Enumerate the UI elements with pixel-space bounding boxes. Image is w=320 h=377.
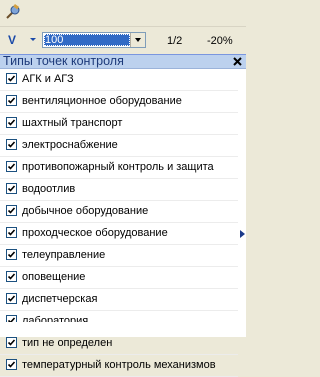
- checkbox[interactable]: [6, 205, 17, 216]
- checkmark-icon: [7, 163, 16, 170]
- list-item[interactable]: водоотлив: [0, 179, 238, 201]
- list-item-label: добычное оборудование: [22, 205, 149, 217]
- list-item[interactable]: проходческое оборудование: [0, 223, 238, 245]
- panel-title: Типы точек контроля: [3, 54, 124, 68]
- checkmark-icon: [7, 207, 16, 214]
- checkmark-icon: [7, 229, 16, 236]
- list-item[interactable]: противопожарный контроль и защита: [0, 157, 238, 179]
- list-item[interactable]: добычное оборудование: [0, 201, 238, 223]
- list-item-label: вентиляционное оборудование: [22, 95, 182, 107]
- list-item[interactable]: температурный контроль механизмов: [0, 355, 238, 377]
- list-item-label: телеуправление: [22, 249, 106, 261]
- checkmark-icon: [7, 295, 16, 302]
- checkbox[interactable]: [6, 337, 17, 348]
- list-item-label: шахтный транспорт: [22, 117, 123, 129]
- zoom-select[interactable]: 100: [42, 32, 146, 48]
- close-icon[interactable]: [232, 56, 243, 67]
- checkbox[interactable]: [6, 183, 17, 194]
- checkbox[interactable]: [6, 271, 17, 282]
- list-item[interactable]: вентиляционное оборудование: [0, 91, 238, 113]
- checkbox[interactable]: [6, 249, 17, 260]
- checkmark-icon: [7, 119, 16, 126]
- dropdown-arrow-icon: [135, 38, 141, 42]
- list-item-label: АГК и АГЗ: [22, 73, 74, 85]
- list-item-label: диспетчерская: [22, 293, 98, 305]
- checkmark-icon: [7, 273, 16, 280]
- zoom-change-label: -20%: [207, 35, 233, 47]
- chevron-down-icon[interactable]: [28, 33, 38, 45]
- checkmark-icon: [7, 339, 16, 346]
- checkbox[interactable]: [6, 293, 17, 304]
- checkbox[interactable]: [6, 359, 17, 370]
- list-item[interactable]: диспетчерская: [0, 289, 238, 311]
- list-item[interactable]: АГК и АГЗ: [0, 69, 238, 91]
- list-item-label: проходческое оборудование: [22, 227, 168, 239]
- list-item-label: тип не определен: [22, 337, 113, 349]
- checkbox[interactable]: [6, 73, 17, 84]
- checkbox[interactable]: [6, 117, 17, 128]
- brush-tool-icon[interactable]: [4, 3, 22, 21]
- checkmark-icon: [7, 361, 16, 368]
- checkmark-icon: [7, 97, 16, 104]
- list-item[interactable]: оповещение: [0, 267, 238, 289]
- zoom-dropdown-button[interactable]: [130, 33, 145, 47]
- list-item[interactable]: шахтный транспорт: [0, 113, 238, 135]
- checkbox[interactable]: [6, 161, 17, 172]
- toolbar: V 100 1/2 -20%: [0, 26, 246, 55]
- list-item[interactable]: телеуправление: [0, 245, 238, 267]
- zoom-select-value[interactable]: 100: [44, 34, 130, 46]
- scroll-handle-icon[interactable]: [240, 229, 245, 238]
- page-indicator: 1/2: [167, 35, 183, 47]
- checkmark-icon: [7, 75, 16, 82]
- list-item[interactable]: электроснабжение: [0, 135, 238, 157]
- checkmark-icon: [7, 141, 16, 148]
- checkmark-icon: [7, 251, 16, 258]
- list-item[interactable]: тип не определен: [0, 333, 238, 355]
- list-item-label: оповещение: [22, 271, 86, 283]
- list-item-label: водоотлив: [22, 183, 76, 195]
- bottom-bar: [0, 322, 246, 336]
- control-point-types-panel: Типы точек контроля АГК и АГЗ вентиляцион…: [0, 54, 246, 377]
- checkbox[interactable]: [6, 139, 17, 150]
- list-item-label: температурный контроль механизмов: [22, 359, 216, 371]
- checkbox[interactable]: [6, 95, 17, 106]
- top-bar: [0, 0, 246, 26]
- version-label[interactable]: V: [8, 33, 16, 47]
- checkmark-icon: [7, 185, 16, 192]
- list-item-label: электроснабжение: [22, 139, 118, 151]
- panel-header: Типы точек контроля: [0, 54, 246, 69]
- checkbox[interactable]: [6, 227, 17, 238]
- list-item-label: противопожарный контроль и защита: [22, 161, 214, 173]
